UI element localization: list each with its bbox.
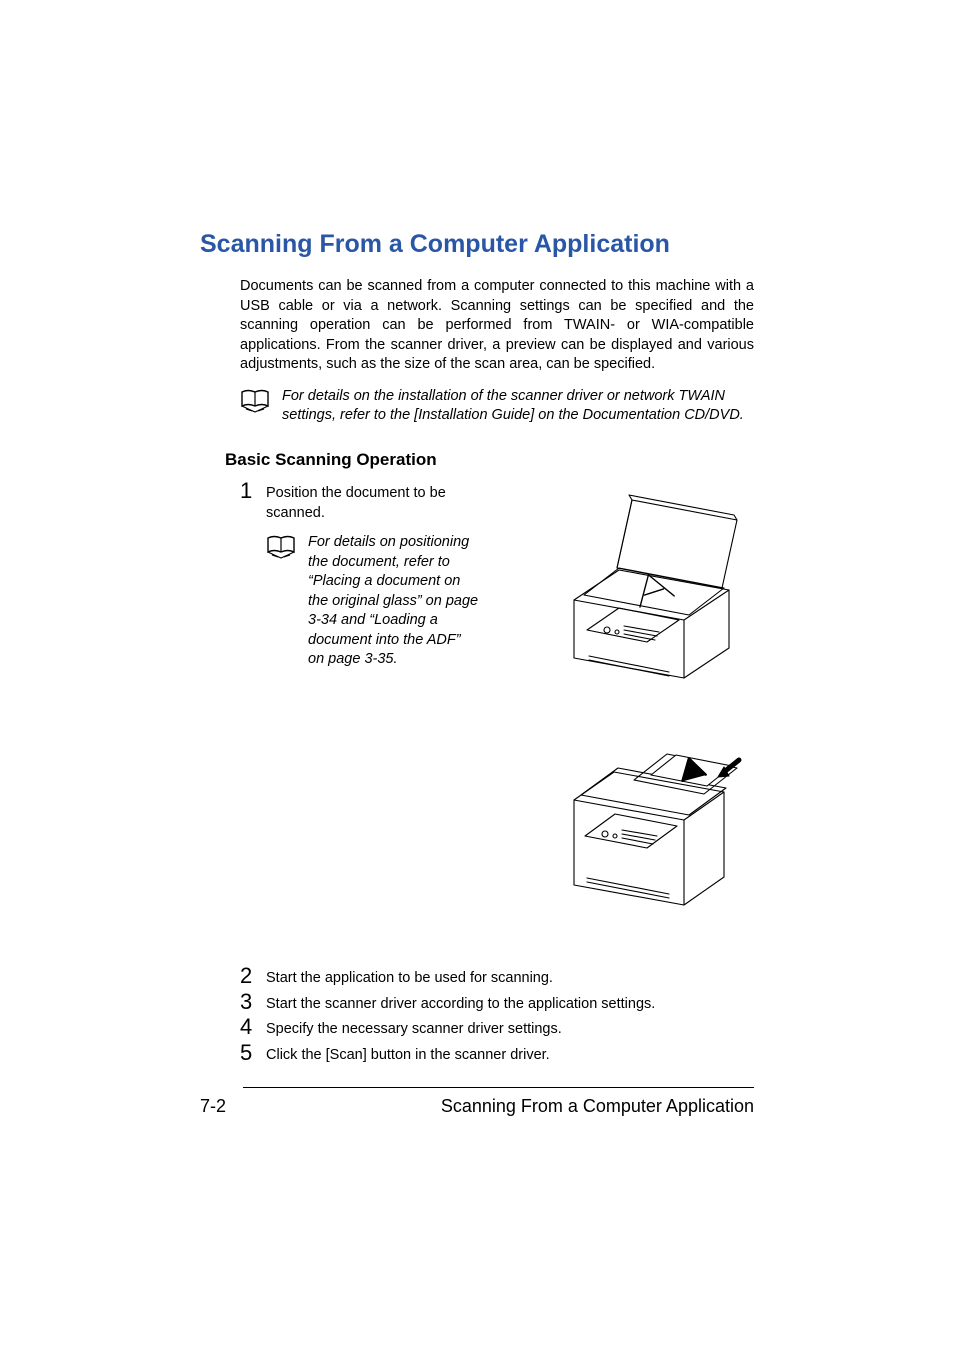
note-text-1: For details on the installation of the s… xyxy=(282,387,754,426)
step-number: 5 xyxy=(240,1042,256,1064)
step-1-note-text: For details on positioning the document,… xyxy=(308,533,480,670)
step-text: Start the scanner driver according to th… xyxy=(266,991,655,1015)
page-content: Scanning From a Computer Application Doc… xyxy=(0,0,954,1065)
step-2: 2 Start the application to be used for s… xyxy=(240,965,754,989)
step-1-note: For details on positioning the document,… xyxy=(266,533,480,670)
step-5: 5 Click the [Scan] button in the scanner… xyxy=(240,1042,754,1066)
steps-2-5: 2 Start the application to be used for s… xyxy=(240,965,754,1065)
note-block-1: For details on the installation of the s… xyxy=(240,387,754,426)
step-number: 2 xyxy=(240,965,256,987)
book-icon xyxy=(266,535,296,559)
step1-wrap: 1 Position the document to be scanned. F… xyxy=(240,480,754,950)
step-text: Specify the necessary scanner driver set… xyxy=(266,1016,562,1040)
book-icon xyxy=(240,389,270,413)
step-number: 4 xyxy=(240,1016,256,1038)
step-number: 3 xyxy=(240,991,256,1013)
step-3: 3 Start the scanner driver according to … xyxy=(240,991,754,1015)
step1-col: 1 Position the document to be scanned. F… xyxy=(240,480,480,670)
step-4: 4 Specify the necessary scanner driver s… xyxy=(240,1016,754,1040)
step-1: 1 Position the document to be scanned. xyxy=(240,480,480,523)
footer-rule xyxy=(243,1087,754,1088)
figure-scanner-adf xyxy=(529,715,754,920)
intro-paragraph: Documents can be scanned from a computer… xyxy=(240,277,754,375)
footer-label: Scanning From a Computer Application xyxy=(441,1096,754,1117)
footer: 7-2 Scanning From a Computer Application xyxy=(200,1096,754,1117)
step-text: Click the [Scan] button in the scanner d… xyxy=(266,1042,550,1066)
subheading: Basic Scanning Operation xyxy=(225,450,754,470)
step-text: Position the document to be scanned. xyxy=(266,480,480,523)
section-title: Scanning From a Computer Application xyxy=(200,230,754,259)
step-text: Start the application to be used for sca… xyxy=(266,965,553,989)
figures-column xyxy=(529,480,754,950)
step-number: 1 xyxy=(240,480,256,502)
page-number: 7-2 xyxy=(200,1096,226,1117)
figure-scanner-open xyxy=(529,480,754,685)
